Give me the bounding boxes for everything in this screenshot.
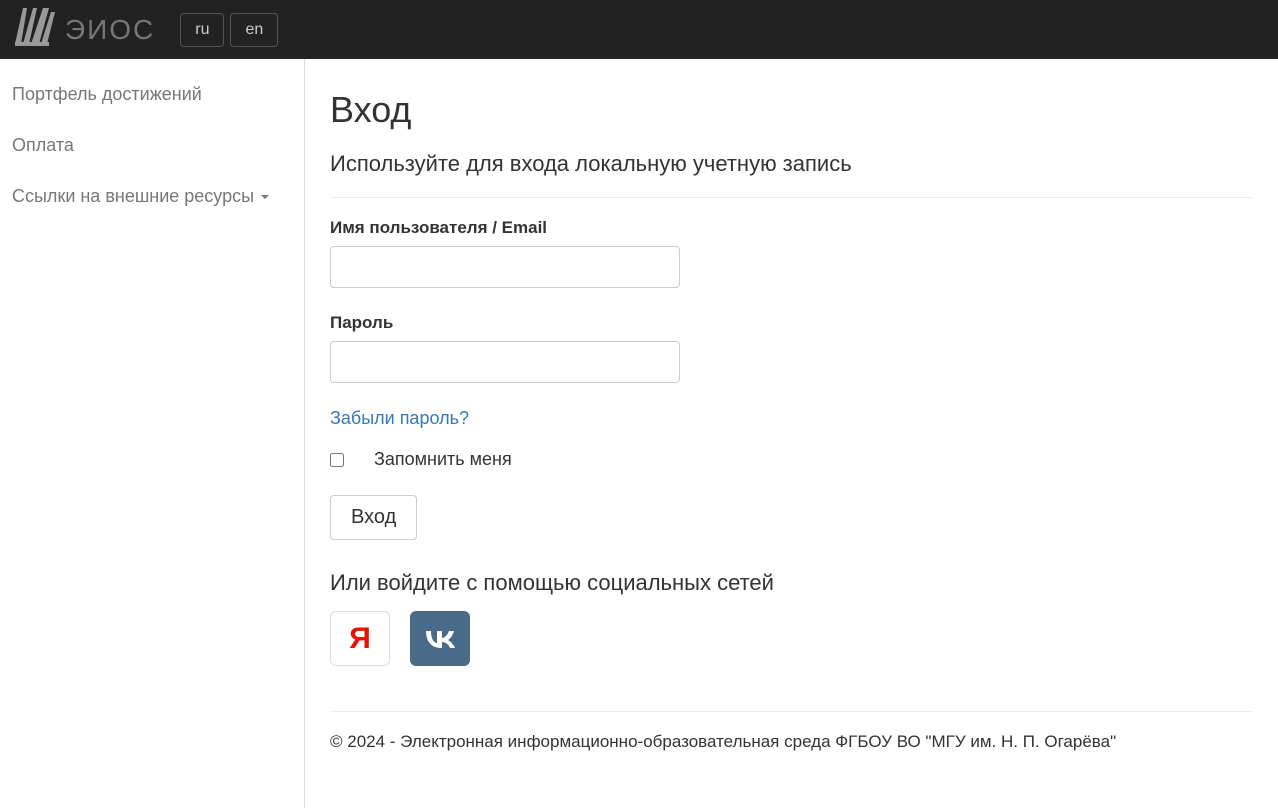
navbar: ЭИОС ru en	[0, 0, 1278, 59]
password-label: Пароль	[330, 313, 1253, 333]
footer-text: © 2024 - Электронная информационно-образ…	[330, 732, 1253, 752]
brand-link[interactable]: ЭИОС	[8, 4, 170, 55]
footer: © 2024 - Электронная информационно-образ…	[330, 711, 1253, 752]
page-subtitle: Используйте для входа локальную учетную …	[330, 151, 1253, 177]
lang-buttons: ru en	[180, 13, 278, 47]
page-title: Вход	[330, 89, 1253, 131]
remember-label[interactable]: Запомнить меня	[374, 449, 512, 470]
password-input[interactable]	[330, 341, 680, 383]
remember-me-row: Запомнить меня	[330, 449, 1253, 470]
social-title: Или войдите с помощью социальных сетей	[330, 570, 1253, 596]
sidebar-item-label: Ссылки на внешние ресурсы	[12, 186, 254, 206]
login-button[interactable]: Вход	[330, 495, 417, 540]
sidebar-item-external-links[interactable]: Ссылки на внешние ресурсы	[0, 171, 304, 222]
main-content: Вход Используйте для входа локальную уче…	[305, 59, 1278, 808]
username-input[interactable]	[330, 246, 680, 288]
sidebar: Портфель достижений Оплата Ссылки на вне…	[0, 59, 305, 808]
vk-login-button[interactable]	[410, 611, 470, 666]
caret-down-icon	[261, 195, 269, 199]
username-label: Имя пользователя / Email	[330, 218, 1253, 238]
brand-text: ЭИОС	[65, 14, 155, 46]
username-group: Имя пользователя / Email	[330, 218, 1253, 288]
password-group: Пароль	[330, 313, 1253, 383]
forgot-password-link[interactable]: Забыли пароль?	[330, 408, 469, 429]
remember-checkbox[interactable]	[330, 453, 344, 467]
logo-icon	[13, 4, 57, 55]
divider	[330, 197, 1253, 198]
sidebar-item-label: Оплата	[12, 135, 74, 155]
vk-icon	[420, 625, 460, 652]
social-buttons: Я	[330, 611, 1253, 666]
yandex-icon: Я	[349, 622, 371, 656]
sidebar-item-label: Портфель достижений	[12, 84, 202, 104]
sidebar-item-payment[interactable]: Оплата	[0, 120, 304, 171]
yandex-login-button[interactable]: Я	[330, 611, 390, 666]
lang-en-button[interactable]: en	[230, 13, 278, 47]
sidebar-item-portfolio[interactable]: Портфель достижений	[0, 69, 304, 120]
lang-ru-button[interactable]: ru	[180, 13, 224, 47]
